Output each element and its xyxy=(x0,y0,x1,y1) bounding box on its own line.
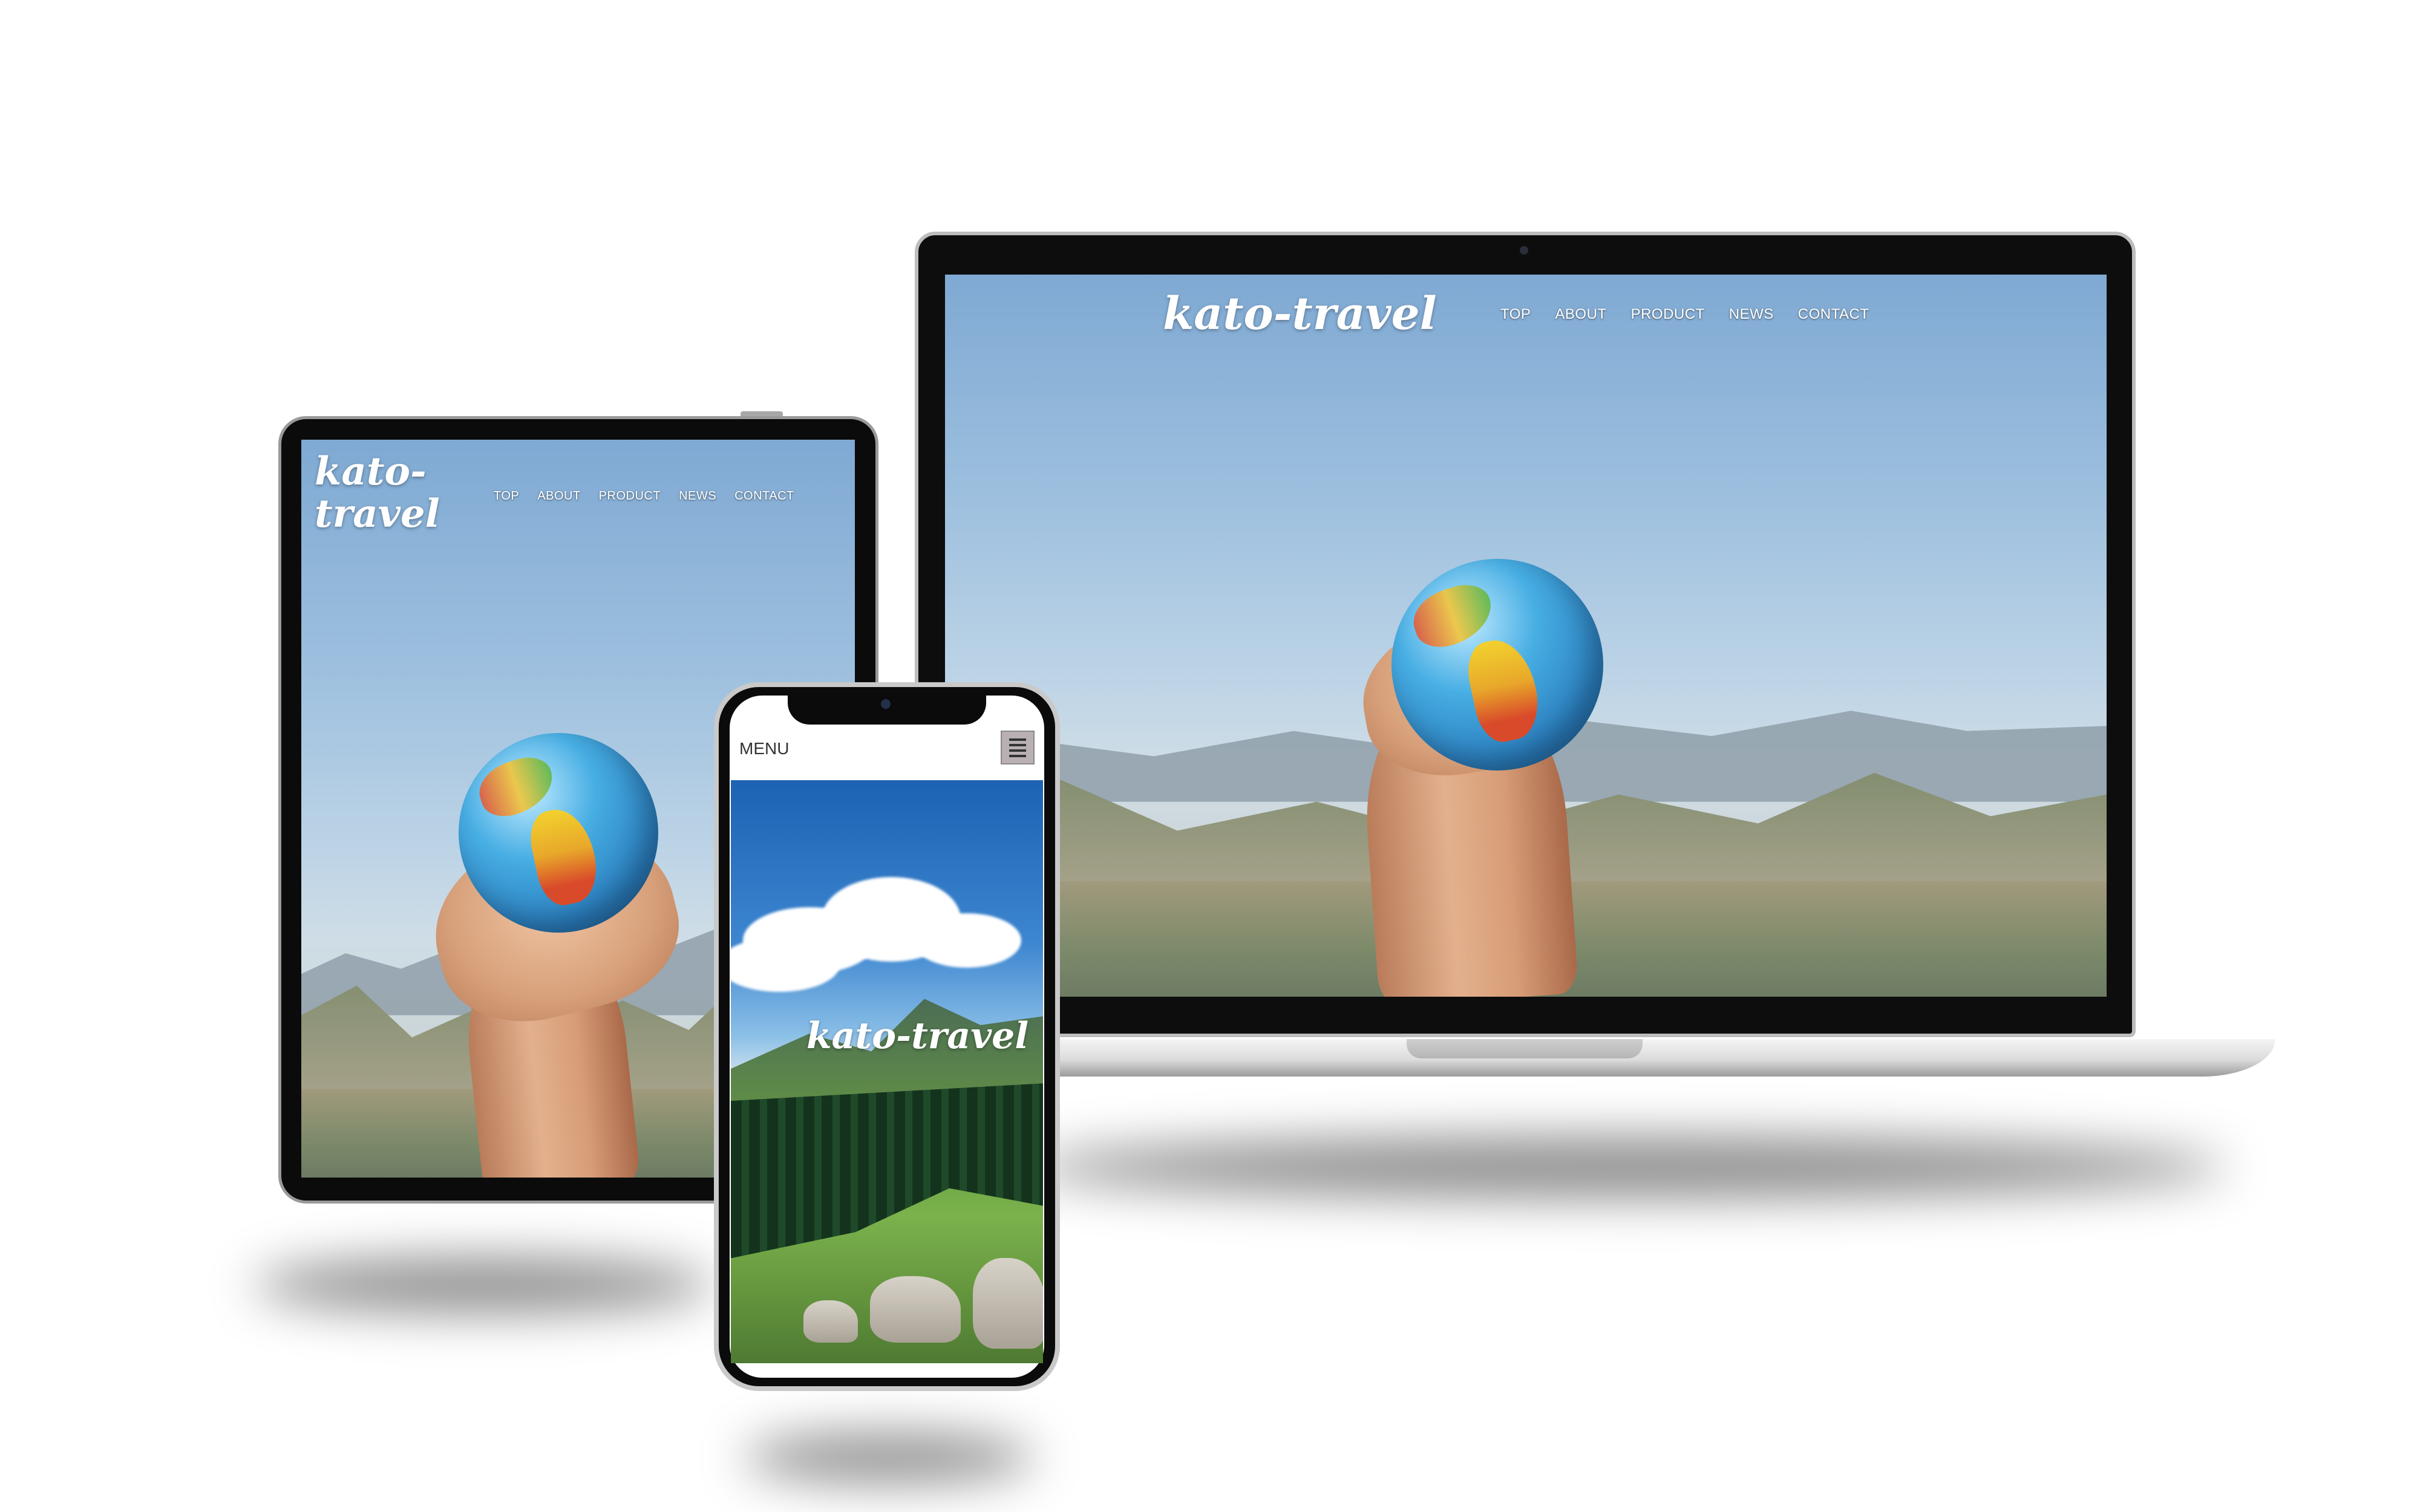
nav-news[interactable]: NEWS xyxy=(679,489,716,503)
nav-about[interactable]: ABOUT xyxy=(537,489,580,503)
main-nav: TOP ABOUT PRODUCT NEWS CONTACT xyxy=(494,489,794,503)
site-logo[interactable]: kato-travel xyxy=(1163,288,1437,340)
nav-product[interactable]: PRODUCT xyxy=(599,489,661,503)
laptop-hero-image: kato-travel TOP ABOUT PRODUCT NEWS CONTA… xyxy=(945,275,2107,997)
nav-contact[interactable]: CONTACT xyxy=(1798,306,1869,323)
nav-contact[interactable]: CONTACT xyxy=(734,489,794,503)
nav-product[interactable]: PRODUCT xyxy=(1631,306,1705,323)
nav-top[interactable]: TOP xyxy=(494,489,519,503)
camera-icon xyxy=(1520,246,1528,255)
tablet-shadow xyxy=(254,1258,714,1312)
main-nav: TOP ABOUT PRODUCT NEWS CONTACT xyxy=(1500,306,1869,323)
nav-about[interactable]: ABOUT xyxy=(1555,306,1606,323)
laptop-shadow xyxy=(1028,1137,2226,1198)
nav-news[interactable]: NEWS xyxy=(1729,306,1774,323)
mobile-hero-image: kato-travel xyxy=(731,780,1043,1363)
nav-top[interactable]: TOP xyxy=(1500,306,1531,323)
laptop-lid-notch xyxy=(1407,1039,1643,1058)
hamburger-menu-icon[interactable] xyxy=(1001,731,1035,764)
logo-line-1: kato- xyxy=(315,449,427,494)
camera-icon xyxy=(881,699,891,709)
site-logo[interactable]: kato- travel xyxy=(315,451,460,535)
mobile-menu-label: MENU xyxy=(739,739,790,758)
phone-shadow xyxy=(744,1433,1035,1482)
logo-line-2: travel xyxy=(315,491,440,536)
mobile-logo[interactable]: kato-travel xyxy=(806,1015,1028,1057)
